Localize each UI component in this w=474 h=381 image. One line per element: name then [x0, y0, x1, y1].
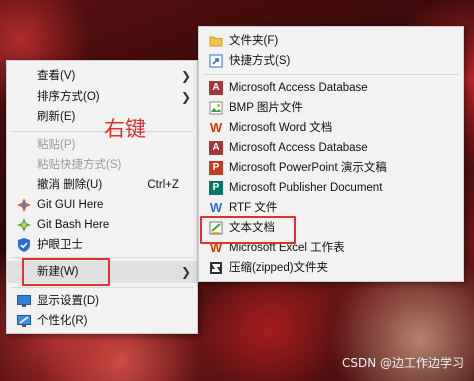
powerpoint-icon: P [209, 161, 223, 175]
menu-separator [203, 74, 459, 75]
submenu-item-label: RTF 文件 [229, 202, 278, 214]
excel-icon: W [209, 240, 223, 255]
submenu-item-rtf[interactable]: W RTF 文件 [199, 198, 463, 218]
submenu-item-folder[interactable]: 文件夹(F) [199, 31, 463, 51]
submenu-item-label: 文本文档 [229, 222, 275, 234]
submenu-item-label: Microsoft Access Database [229, 142, 368, 154]
submenu-item-label: Microsoft PowerPoint 演示文稿 [229, 162, 387, 174]
new-submenu: 文件夹(F) 快捷方式(S) A Microsoft Access Databa… [198, 26, 464, 282]
submenu-item-label: Microsoft Word 文档 [229, 122, 333, 134]
submenu-item-publisher[interactable]: P Microsoft Publisher Document [199, 178, 463, 198]
submenu-arrow-icon: ❯ [180, 265, 191, 279]
submenu-item-label: Microsoft Excel 工作表 [229, 242, 345, 254]
submenu-item-zip-folder[interactable]: 压缩(zipped)文件夹 [199, 258, 463, 278]
menu-item-label: 新建(W) [37, 266, 79, 278]
submenu-item-label: 快捷方式(S) [229, 55, 291, 67]
submenu-item-access-database-2[interactable]: A Microsoft Access Database [199, 138, 463, 158]
menu-item-shortcut: Ctrl+Z [147, 179, 179, 191]
menu-item-view[interactable]: 查看(V) ❯ [7, 66, 197, 86]
text-document-icon [209, 221, 223, 235]
right-click-annotation: 右键 [104, 117, 146, 141]
menu-item-display-settings[interactable]: 显示设置(D) [7, 291, 197, 311]
rtf-icon: W [209, 200, 223, 215]
menu-item-eye-guard[interactable]: 护眼卫士 [7, 235, 197, 255]
submenu-item-bmp[interactable]: BMP 图片文件 [199, 98, 463, 118]
submenu-item-access-database[interactable]: A Microsoft Access Database [199, 78, 463, 98]
menu-item-label: 排序方式(O) [37, 91, 100, 103]
submenu-item-label: Microsoft Publisher Document [229, 182, 383, 194]
submenu-item-excel[interactable]: W Microsoft Excel 工作表 [199, 238, 463, 258]
menu-item-label: 显示设置(D) [37, 295, 99, 307]
bmp-icon [209, 101, 223, 115]
menu-separator [11, 287, 193, 288]
submenu-item-label: 压缩(zipped)文件夹 [229, 262, 329, 274]
menu-item-label: 撤消 删除(U) [37, 179, 103, 191]
submenu-item-word[interactable]: W Microsoft Word 文档 [199, 118, 463, 138]
submenu-item-label: BMP 图片文件 [229, 102, 303, 114]
menu-item-sort-by[interactable]: 排序方式(O) ❯ [7, 87, 197, 107]
menu-item-git-gui[interactable]: Git GUI Here [7, 195, 197, 215]
menu-item-label: 粘贴快捷方式(S) [37, 159, 122, 171]
personalize-icon [17, 314, 31, 328]
menu-item-label: Git GUI Here [37, 199, 104, 211]
folder-icon [209, 34, 223, 48]
menu-item-paste-shortcut[interactable]: 粘贴快捷方式(S) [7, 155, 197, 175]
git-bash-icon [17, 218, 31, 232]
access-icon: A [209, 141, 223, 155]
menu-item-refresh[interactable]: 刷新(E) [7, 107, 197, 127]
shield-icon [17, 238, 31, 252]
submenu-item-shortcut[interactable]: 快捷方式(S) [199, 51, 463, 71]
submenu-arrow-icon: ❯ [180, 90, 191, 104]
submenu-item-powerpoint[interactable]: P Microsoft PowerPoint 演示文稿 [199, 158, 463, 178]
menu-item-label: 粘贴(P) [37, 139, 76, 151]
zip-folder-icon [209, 261, 223, 275]
submenu-arrow-icon: ❯ [180, 69, 191, 83]
menu-item-undo-delete[interactable]: 撤消 删除(U) Ctrl+Z [7, 175, 197, 195]
git-gui-icon [17, 198, 31, 212]
menu-separator [11, 131, 193, 132]
submenu-item-label: 文件夹(F) [229, 35, 279, 47]
access-icon: A [209, 81, 223, 95]
menu-item-git-bash[interactable]: Git Bash Here [7, 215, 197, 235]
menu-item-label: 查看(V) [37, 70, 76, 82]
menu-item-label: Git Bash Here [37, 219, 110, 231]
word-icon: W [209, 120, 223, 135]
menu-item-new[interactable]: 新建(W) ❯ [7, 261, 197, 283]
watermark: CSDN @边工作边学习 [341, 356, 464, 370]
publisher-icon: P [209, 181, 223, 195]
menu-separator [11, 257, 193, 258]
menu-item-paste[interactable]: 粘贴(P) [7, 135, 197, 155]
menu-item-label: 护眼卫士 [37, 239, 83, 251]
menu-item-label: 个性化(R) [37, 315, 88, 327]
menu-item-label: 刷新(E) [37, 111, 76, 123]
shortcut-icon [209, 54, 223, 68]
submenu-item-label: Microsoft Access Database [229, 82, 368, 94]
submenu-item-text-document[interactable]: 文本文档 [199, 218, 463, 238]
desktop-context-menu: 查看(V) ❯ 排序方式(O) ❯ 刷新(E) 粘贴(P) 粘贴快捷方式(S) … [6, 60, 198, 334]
display-icon [17, 294, 31, 308]
menu-item-personalize[interactable]: 个性化(R) [7, 311, 197, 331]
